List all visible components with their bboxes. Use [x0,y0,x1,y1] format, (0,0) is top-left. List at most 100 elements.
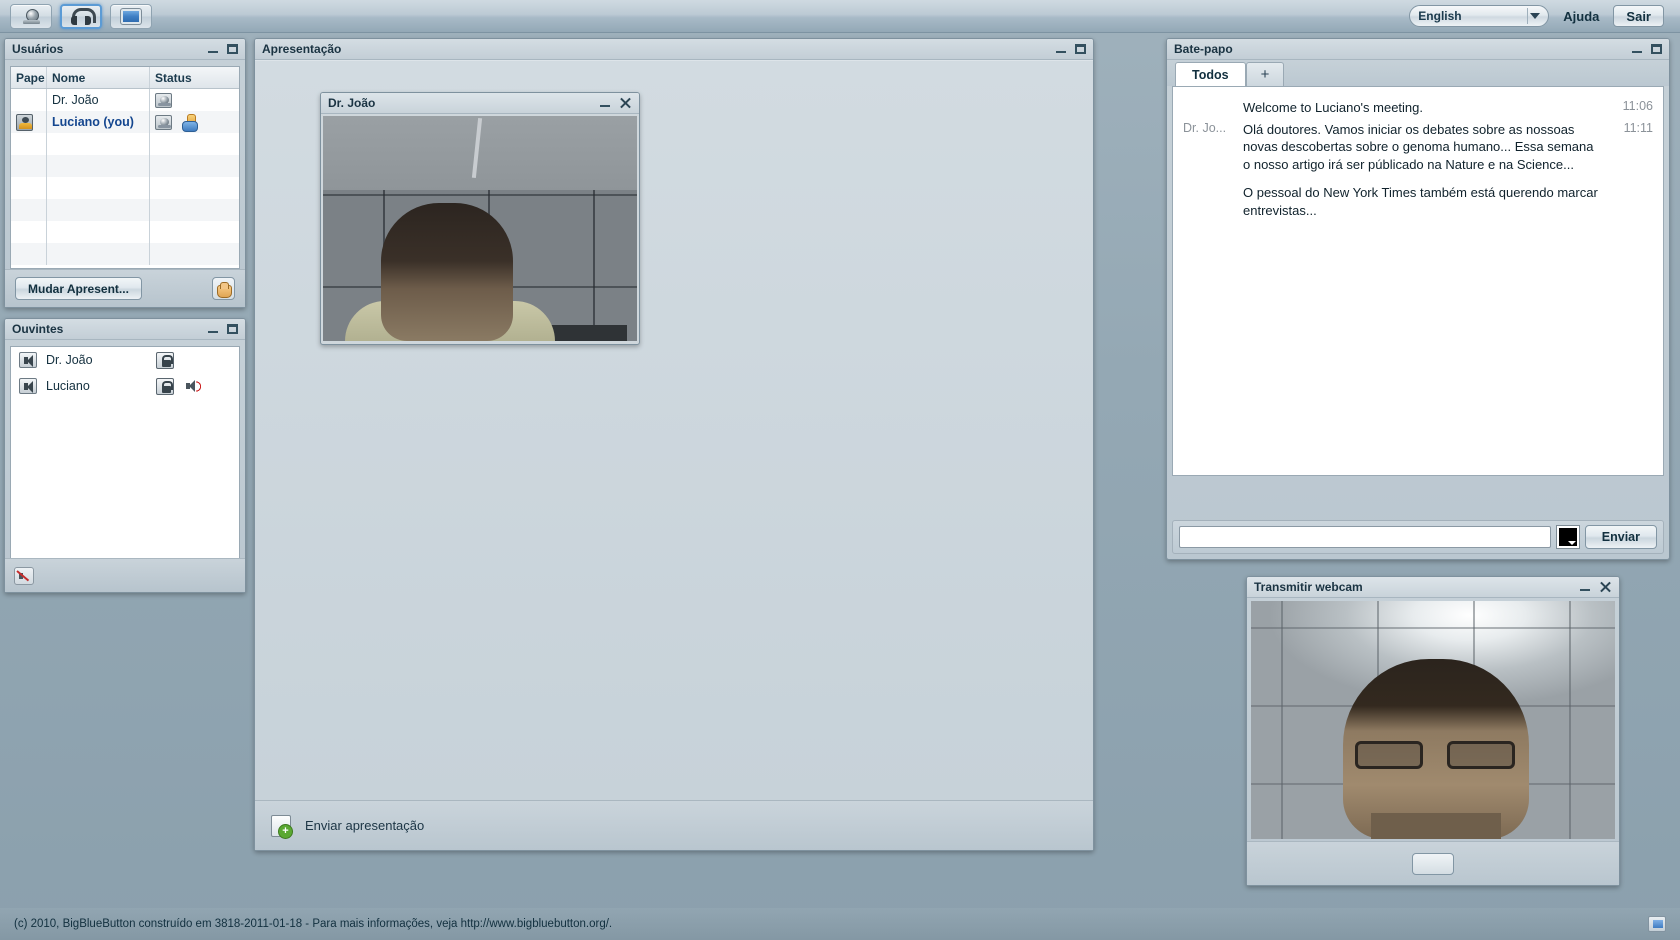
user-status-cell [150,89,239,111]
exit-button[interactable]: Sair [1613,5,1664,27]
list-item[interactable]: Luciano [11,373,239,399]
person-head [381,203,513,341]
tab-label: Todos [1192,67,1229,82]
listeners-panel-title: Ouvintes [12,322,64,336]
mute-all-icon[interactable] [14,566,34,585]
presentation-window-controls [1056,44,1086,54]
message-sender [1177,184,1243,219]
listeners-window-controls [208,324,238,334]
chat-panel-title: Bate-papo [1174,42,1233,56]
maximize-icon[interactable] [1075,44,1086,54]
webcam-action-button[interactable] [1412,852,1454,875]
maximize-icon[interactable] [227,44,238,54]
upload-presentation-label[interactable]: Enviar apresentação [305,818,424,833]
exit-button-label: Sair [1626,8,1651,24]
minimize-icon[interactable] [1056,45,1066,54]
user-name: Luciano (you) [52,115,134,129]
language-select[interactable]: English [1409,5,1550,27]
minimize-icon[interactable] [1580,583,1590,592]
upload-document-icon[interactable] [271,814,293,839]
message-timestamp: 11:11 [1623,120,1653,135]
table-row-empty [11,133,239,155]
raise-hand-button[interactable] [212,277,235,300]
webcam-window-dr-joao: Dr. João [320,92,640,345]
person-neck [1371,813,1501,839]
page-footer: (c) 2010, BigBlueButton construído em 38… [0,908,1680,940]
close-icon[interactable] [1599,581,1612,594]
table-row-empty [11,177,239,199]
minimize-icon[interactable] [208,45,218,54]
send-button[interactable]: Enviar [1584,525,1657,549]
desktop-share-button[interactable] [110,3,152,29]
chat-message: Dr. Jo... Olá doutores. Vamos iniciar os… [1173,119,1663,176]
column-header-role[interactable]: Pape [11,67,47,88]
listeners-panel-titlebar: Ouvintes [5,319,245,340]
users-panel-title: Usuários [12,42,64,56]
transmit-webcam-footer [1247,841,1619,885]
hand-icon [217,281,232,298]
top-toolbar: English Ajuda Sair [0,0,1680,33]
tab-todos[interactable]: Todos [1175,62,1246,86]
audio-toggle-button[interactable] [60,3,102,29]
help-link[interactable]: Ajuda [1563,9,1599,24]
change-presenter-button[interactable]: Mudar Apresent... [15,277,142,300]
chat-message-list[interactable]: Welcome to Luciano's meeting. 11:06 Dr. … [1172,86,1664,476]
user-role-cell [11,89,47,111]
webcam-toggle-button[interactable] [10,3,52,29]
toolbar-right-group: English Ajuda Sair [1409,5,1670,27]
close-icon[interactable] [619,97,632,110]
tab-add-new[interactable]: + [1245,62,1285,86]
column-header-name[interactable]: Nome [47,67,150,88]
column-header-status[interactable]: Status [150,67,239,88]
maximize-icon[interactable] [1651,44,1662,54]
webcam-icon[interactable] [155,114,172,130]
speaker-icon[interactable] [19,378,37,394]
listener-name: Luciano [46,379,90,393]
transmit-webcam-title: Transmitir webcam [1254,580,1363,594]
chevron-down-icon [1530,13,1541,19]
speaker-icon[interactable] [19,352,37,368]
presentation-panel-title: Apresentação [262,42,342,56]
users-panel-titlebar: Usuários [5,39,245,60]
table-row[interactable]: Dr. João [11,89,239,111]
chat-input[interactable] [1179,526,1551,548]
sound-waves-icon [196,381,203,392]
user-name-cell: Dr. João [47,89,150,111]
lock-icon[interactable] [156,351,174,369]
chat-message: Welcome to Luciano's meeting. 11:06 [1173,97,1663,119]
list-item[interactable]: Dr. João [11,347,239,373]
talking-indicator-icon [186,379,203,393]
minimize-icon[interactable] [1632,45,1642,54]
chat-message: O pessoal do New York Times também está … [1173,175,1663,221]
language-value: English [1418,9,1462,23]
minimize-icon[interactable] [600,99,610,108]
listeners-panel: Ouvintes Dr. João Luciano [4,318,246,593]
users-panel-footer: Mudar Apresent... [5,269,245,307]
presenter-icon [16,113,33,131]
text-color-picker[interactable] [1555,525,1580,549]
webcam-window-title: Dr. João [328,96,376,110]
users-table-header: Pape Nome Status [11,67,239,89]
video-stream-self [1251,601,1615,839]
presentation-panel-titlebar: Apresentação [255,39,1093,60]
screen-share-icon[interactable] [1648,916,1666,932]
webcam-window-controls [600,97,632,110]
select-divider [1527,8,1529,24]
tab-label: + [1260,66,1270,83]
webcam-icon[interactable] [155,92,172,108]
maximize-icon[interactable] [227,324,238,334]
send-button-label: Enviar [1601,530,1640,544]
chat-panel-titlebar: Bate-papo [1167,39,1669,60]
table-row[interactable]: Luciano (you) [11,111,239,133]
change-presenter-label: Mudar Apresent... [28,281,129,296]
message-timestamp [1611,184,1653,219]
listeners-panel-footer [5,558,245,592]
video-stream-dr-joao [323,116,637,341]
video-image [1251,601,1615,839]
chat-window-controls [1632,44,1662,54]
transmit-webcam-titlebar: Transmitir webcam [1247,577,1619,598]
raise-hand-icon[interactable] [181,113,198,132]
lock-icon[interactable] [156,377,174,395]
message-text: Olá doutores. Vamos iniciar os debates s… [1243,121,1594,172]
minimize-icon[interactable] [208,325,218,334]
